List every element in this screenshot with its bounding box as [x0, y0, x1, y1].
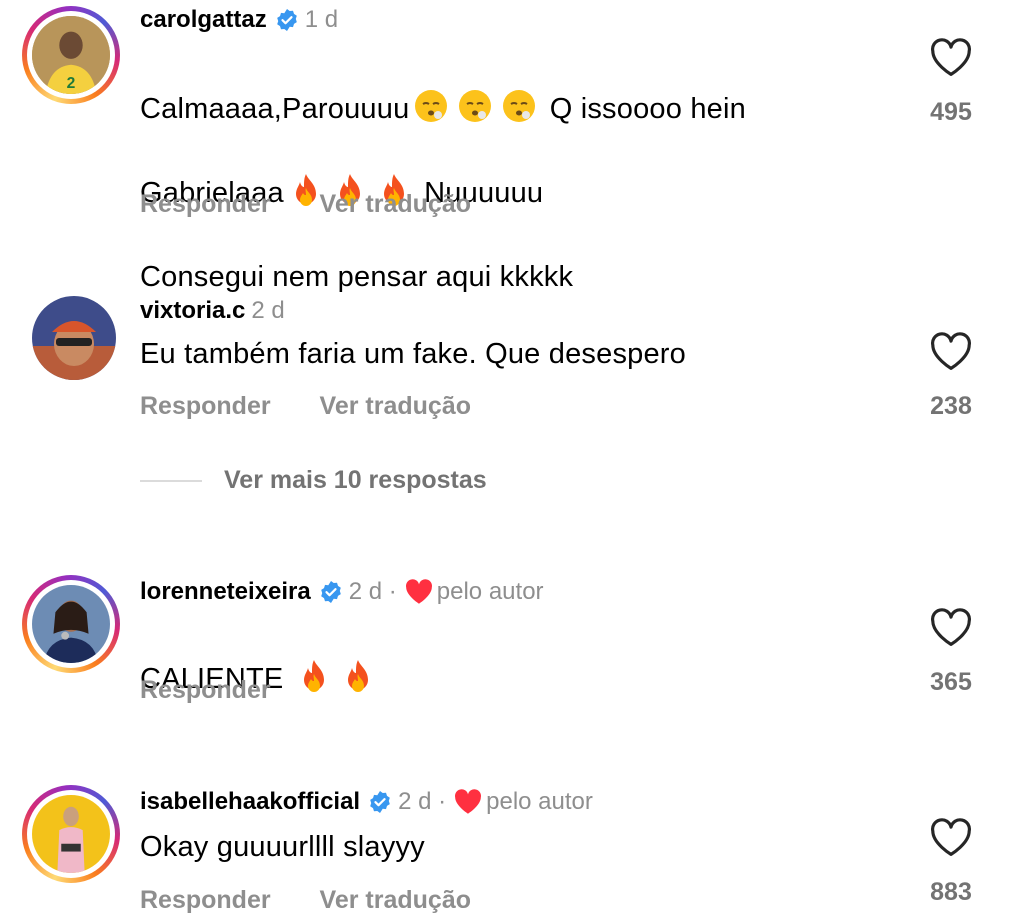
comment-actions: Responder	[140, 676, 313, 705]
avatar	[32, 795, 110, 873]
see-translation-button[interactable]: Ver tradução	[320, 190, 471, 218]
svg-text:2: 2	[67, 75, 76, 92]
see-translation-button[interactable]: Ver tradução	[320, 886, 471, 914]
heart-filled-icon	[405, 579, 432, 604]
view-more-replies-button[interactable]: Ver mais 10 respostas	[140, 466, 487, 495]
like-count: 495	[930, 98, 972, 126]
comment-actions: Responder Ver tradução	[140, 886, 513, 915]
see-translation-button[interactable]: Ver tradução	[320, 392, 471, 420]
username[interactable]: carolgattaz	[140, 6, 267, 34]
heart-outline-icon[interactable]	[929, 332, 973, 372]
like-group: 365	[926, 608, 976, 697]
comment-header: isabellehaakofficial 2 d · pelo autor	[140, 788, 593, 816]
timestamp: 2 d ·	[398, 788, 447, 815]
username[interactable]: vixtoria.c	[140, 297, 245, 325]
view-more-replies-label: Ver mais 10 respostas	[224, 466, 487, 494]
comment-actions: Responder Ver tradução	[140, 392, 513, 421]
reply-button[interactable]: Responder	[140, 392, 271, 420]
comment-text: Okay guuuurllll slayyy	[140, 831, 425, 863]
avatar-story-ring[interactable]: 2	[22, 6, 120, 104]
timestamp: 2 d ·	[348, 578, 397, 605]
heart-outline-icon[interactable]	[929, 608, 973, 648]
reply-button[interactable]: Responder	[140, 886, 271, 914]
like-group: 238	[926, 332, 976, 421]
verified-badge-icon	[320, 581, 341, 603]
face-exhaling-emoji-icon	[503, 90, 536, 122]
comment-header: lorenneteixeira 2 d · pelo autor	[140, 578, 544, 606]
comment-header: carolgattaz 1 d	[140, 6, 338, 34]
comment-actions: Responder Ver tradução	[140, 190, 513, 219]
heart-filled-icon	[455, 789, 482, 814]
like-count: 883	[930, 878, 972, 906]
comment-text-line: Calmaaaa,Parouuuu Q issoooo hein	[140, 88, 746, 130]
avatar[interactable]	[32, 296, 116, 380]
text-segment: Q issoooo hein	[549, 93, 746, 125]
heart-outline-icon[interactable]	[929, 38, 973, 78]
face-exhaling-emoji-icon	[459, 90, 492, 122]
username[interactable]: isabellehaakofficial	[140, 788, 360, 816]
username[interactable]: lorenneteixeira	[140, 578, 311, 606]
like-group: 883	[926, 818, 976, 907]
heart-outline-icon[interactable]	[929, 818, 973, 858]
timestamp: 1 d	[304, 6, 339, 33]
comment-text-line: Consegui nem pensar aqui kkkkk	[140, 261, 574, 293]
verified-badge-icon	[276, 9, 297, 31]
like-count: 238	[930, 392, 972, 420]
avatar: 2	[32, 16, 110, 94]
reply-button[interactable]: Responder	[140, 190, 271, 218]
avatar	[32, 585, 110, 663]
liked-by-author-label: pelo autor	[436, 578, 544, 605]
like-count: 365	[930, 668, 972, 696]
reply-button[interactable]: Responder	[140, 676, 271, 704]
liked-by-author-label: pelo autor	[486, 788, 593, 815]
comment-header: vixtoria.c 2 d	[140, 297, 285, 325]
text-segment: Calmaaaa,Parouuuu	[140, 93, 410, 125]
fire-emoji-icon	[347, 660, 368, 692]
avatar-story-ring[interactable]	[22, 575, 120, 673]
avatar-story-ring[interactable]	[22, 785, 120, 883]
like-group: 495	[926, 38, 976, 127]
face-exhaling-emoji-icon	[415, 90, 448, 122]
comment-text: Eu também faria um fake. Que desespero	[140, 338, 686, 370]
verified-badge-icon	[370, 791, 390, 813]
divider	[140, 479, 202, 482]
timestamp: 2 d	[251, 297, 285, 324]
